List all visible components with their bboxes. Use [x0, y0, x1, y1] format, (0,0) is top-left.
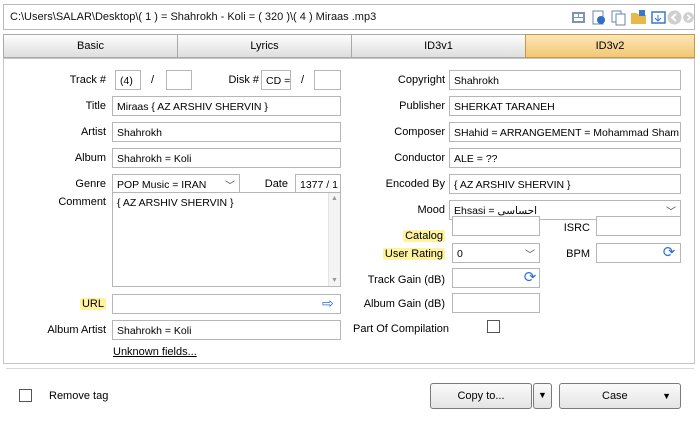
title-field[interactable]: Miraas { AZ ARSHIV SHERVIN }: [112, 96, 341, 116]
track-number-field[interactable]: (4): [115, 70, 141, 90]
track-label: Track #: [69, 74, 106, 86]
genre-value: POP Music = IRAN: [117, 179, 207, 191]
comment-label: Comment: [58, 196, 106, 208]
copy-to-button[interactable]: Copy to...: [430, 383, 532, 409]
open-folder-icon[interactable]: [630, 9, 647, 26]
title-label: Title: [85, 100, 106, 112]
unknown-fields-link[interactable]: Unknown fields...: [113, 346, 197, 358]
scroll-up-icon[interactable]: ▲: [331, 195, 338, 202]
copy-to-dropdown-button[interactable]: ▼: [533, 383, 552, 409]
case-label: Case: [602, 390, 628, 402]
copy-file-icon[interactable]: [610, 9, 627, 26]
remove-tag-checkbox[interactable]: [19, 389, 32, 402]
comment-textarea[interactable]: { AZ ARSHIV SHERVIN } ▲ ▼: [112, 192, 341, 287]
track-total-field[interactable]: [166, 70, 192, 90]
url-label: URL: [40, 298, 106, 310]
compilation-label: Part Of Compilation: [353, 323, 449, 335]
tab-id3v1[interactable]: ID3v1: [351, 34, 526, 58]
remove-tag-label: Remove tag: [49, 390, 109, 402]
genre-dropdown[interactable]: POP Music = IRAN ﹀: [112, 174, 240, 194]
mood-label: Mood: [417, 204, 445, 216]
album-label: Album: [74, 152, 106, 164]
album-artist-label: Album Artist: [47, 324, 106, 336]
copyright-label: Copyright: [397, 74, 445, 86]
comment-text: { AZ ARSHIV SHERVIN }: [117, 197, 234, 209]
composer-field[interactable]: SHahid = ARRANGEMENT = Mohammad Sham: [449, 122, 681, 142]
catalog-label-text: Catalog: [403, 230, 445, 242]
artist-label: Artist: [80, 126, 106, 138]
back-icon[interactable]: [666, 9, 683, 26]
genre-label: Genre: [75, 178, 106, 190]
bpm-label: BPM: [566, 248, 590, 260]
encoded-by-label: Encoded By: [385, 178, 445, 190]
refresh-icon[interactable]: ⟳: [661, 245, 677, 261]
album-gain-field[interactable]: [452, 293, 540, 313]
scroll-down-icon[interactable]: ▼: [331, 277, 338, 284]
open-url-arrow-icon[interactable]: ⇨: [322, 295, 334, 312]
compilation-checkbox[interactable]: [487, 320, 500, 333]
album-field[interactable]: Shahrokh = Koli: [112, 148, 341, 168]
disk-label: Disk #: [228, 74, 259, 86]
publisher-field[interactable]: SHERKAT TARANEH: [449, 96, 681, 116]
catalog-label: Catalog: [345, 230, 445, 242]
composer-label: Composer: [394, 126, 445, 138]
chevron-down-icon: ﹀: [225, 181, 235, 192]
user-rating-label: User Rating: [345, 248, 445, 260]
album-artist-field[interactable]: Shahrokh = Koli: [112, 320, 341, 340]
export-icon[interactable]: [650, 9, 667, 26]
copyright-field[interactable]: Shahrokh: [449, 70, 681, 90]
publisher-label: Publisher: [399, 100, 445, 112]
tab-id3v2[interactable]: ID3v2: [525, 34, 695, 58]
file-info-icon[interactable]: [590, 9, 607, 26]
url-field[interactable]: [112, 294, 341, 314]
date-label: Date: [264, 178, 288, 190]
artist-field[interactable]: Shahrokh: [112, 122, 341, 142]
case-button[interactable]: Case ▼: [559, 383, 681, 409]
disk-total-field[interactable]: [314, 70, 341, 90]
refresh-icon[interactable]: ⟳: [522, 270, 538, 286]
tab-lyrics[interactable]: Lyrics: [177, 34, 352, 58]
conductor-label: Conductor: [394, 152, 445, 164]
isrc-label: ISRC: [563, 222, 590, 234]
footer-divider: [6, 368, 694, 369]
encoded-by-field[interactable]: { AZ ARSHIV SHERVIN }: [449, 174, 681, 194]
comment-scrollbar[interactable]: ▲ ▼: [328, 193, 340, 286]
track-gain-label: Track Gain (dB): [367, 274, 445, 286]
chevron-down-icon: ﹀: [525, 250, 535, 261]
album-gain-label: Album Gain (dB): [363, 298, 445, 310]
conductor-field[interactable]: ALE = ??: [449, 148, 681, 168]
isrc-field[interactable]: [596, 216, 681, 236]
disk-number-field[interactable]: CD =: [261, 70, 291, 90]
forward-icon[interactable]: [682, 9, 695, 26]
user-rating-dropdown[interactable]: 0 ﹀: [452, 243, 540, 263]
tab-bar: Basic Lyrics ID3v1 ID3v2: [3, 34, 695, 58]
disk-separator: /: [301, 74, 305, 86]
user-rating-label-text: User Rating: [382, 248, 445, 260]
url-label-text: URL: [79, 298, 106, 310]
catalog-field[interactable]: [452, 216, 540, 236]
dropdown-arrow-icon: ▼: [538, 390, 547, 400]
file-path-bar: C:\Users\SALAR\Desktop\( 1 ) = Shahrokh …: [3, 4, 695, 30]
file-path-text: C:\Users\SALAR\Desktop\( 1 ) = Shahrokh …: [10, 11, 377, 23]
track-separator: /: [151, 74, 155, 86]
grid-view-icon[interactable]: [570, 9, 587, 26]
tab-basic[interactable]: Basic: [3, 34, 178, 58]
date-field[interactable]: 1377 / 1: [295, 174, 341, 194]
dropdown-arrow-icon: ▼: [662, 391, 671, 401]
user-rating-value: 0: [457, 248, 463, 260]
